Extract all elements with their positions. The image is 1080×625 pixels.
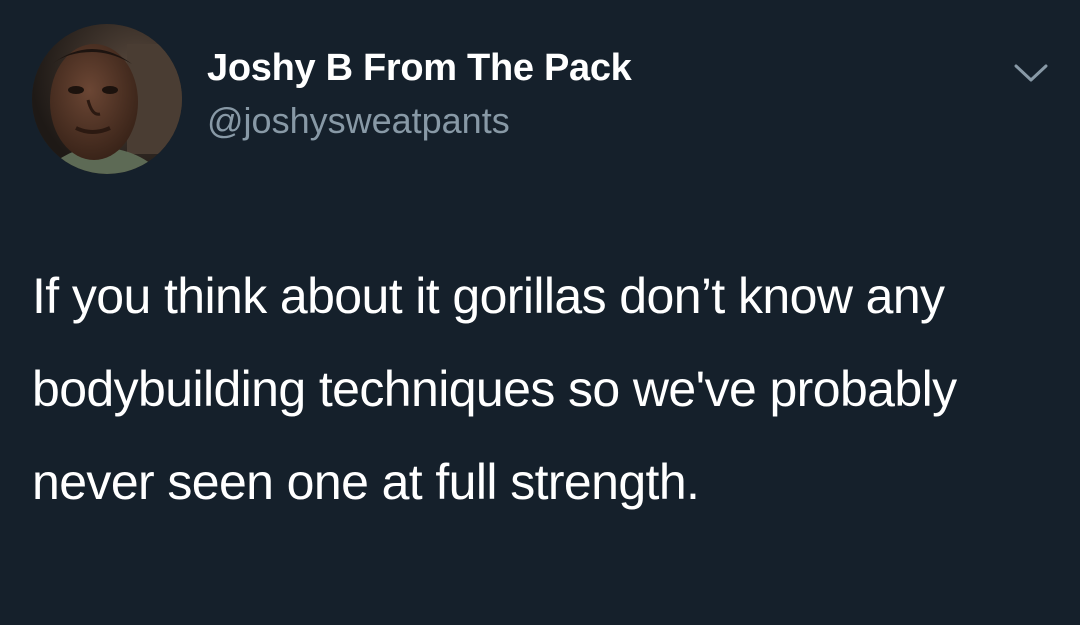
user-handle[interactable]: @joshysweatpants xyxy=(207,100,510,142)
display-name[interactable]: Joshy B From The Pack xyxy=(207,46,632,90)
avatar[interactable] xyxy=(32,24,182,174)
chevron-down-icon[interactable] xyxy=(1008,56,1054,90)
tweet-card: Joshy B From The Pack @joshysweatpants I… xyxy=(0,0,1080,625)
avatar-photo xyxy=(32,24,182,174)
tweet-text: If you think about it gorillas don’t kno… xyxy=(32,268,957,510)
